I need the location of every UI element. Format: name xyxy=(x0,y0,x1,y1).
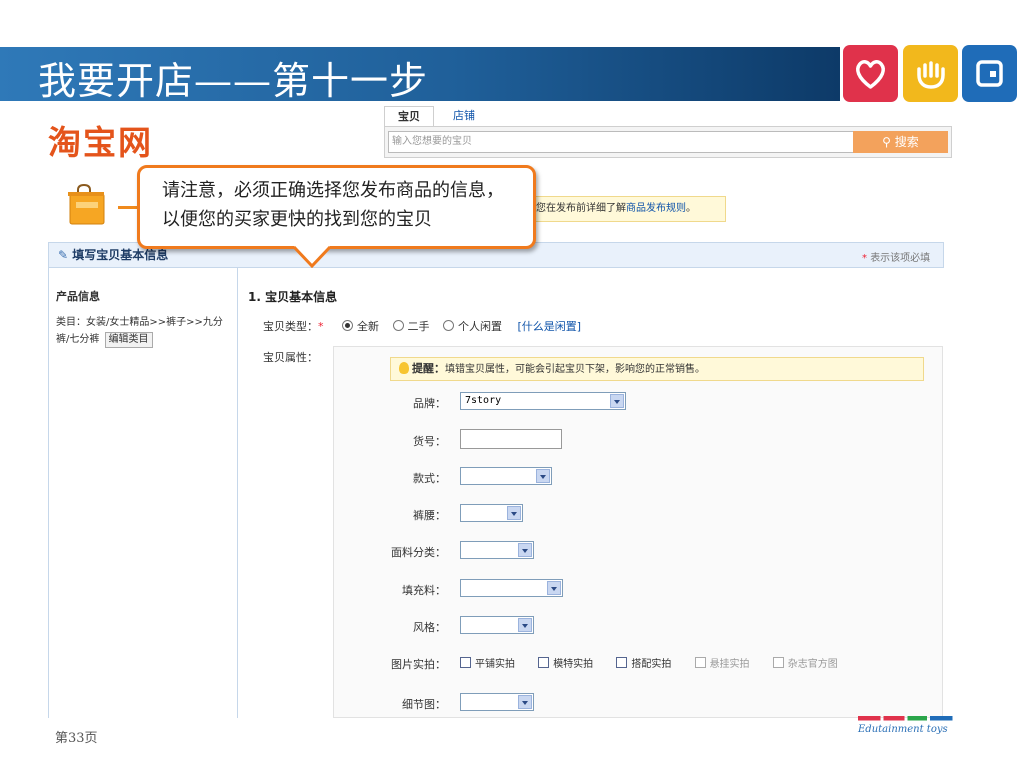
radio-used[interactable] xyxy=(392,320,404,331)
radio-idle-label: 个人闲置 xyxy=(458,320,502,333)
callout-bubble: 请注意，必须正确选择您发布商品的信息， 以便您的买家更快的找到您的宝贝 xyxy=(137,165,536,249)
tip-text: 填错宝贝属性，可能会引起宝贝下架，影响您的正常销售。 xyxy=(445,364,705,375)
required-hint: * 表示该项必填 xyxy=(862,253,931,264)
photo-flat-label: 平铺实拍 xyxy=(475,659,515,670)
form-title-text: 填写宝贝基本信息 xyxy=(72,248,169,262)
fashion-label: 风格： xyxy=(413,621,446,634)
publish-rules-notice: 您在发布前详细了解商品发布规则。 xyxy=(530,196,726,222)
radio-used-label: 二手 xyxy=(407,320,430,333)
fabric-select[interactable] xyxy=(460,541,534,559)
tab-baobei[interactable]: 宝贝 xyxy=(384,106,434,126)
checkbox-match[interactable] xyxy=(616,657,628,668)
radio-new-label: 全新 xyxy=(357,320,379,333)
chevron-down-icon xyxy=(536,469,550,483)
chevron-down-icon xyxy=(547,581,561,595)
photo-match-label: 搭配实拍 xyxy=(631,659,672,670)
brand-select[interactable]: 7story xyxy=(460,392,626,410)
hand-icon xyxy=(903,45,958,102)
callout-line-1: 请注意，必须正确选择您发布商品的信息， xyxy=(162,180,504,201)
tip-box: 提醒：填错宝贝属性，可能会引起宝贝下架，影响您的正常销售。 xyxy=(390,357,924,381)
callout-line-2: 以便您的买家更快的找到您的宝贝 xyxy=(162,209,432,230)
filling-select[interactable] xyxy=(460,579,563,597)
edit-icon: ✎ xyxy=(58,248,69,262)
brand-value: 7story xyxy=(465,395,502,406)
tip-title: 提醒： xyxy=(412,362,445,375)
detail-select[interactable] xyxy=(460,693,534,711)
style-label: 款式： xyxy=(413,472,446,485)
what-is-idle-link[interactable]: [什么是闲置] xyxy=(518,320,582,333)
attr-label: 宝贝属性： xyxy=(263,351,318,364)
type-options: 全新 二手 个人闲置 [什么是闲置] xyxy=(332,318,581,334)
radio-new[interactable] xyxy=(342,320,353,331)
chevron-down-icon xyxy=(507,506,521,520)
square-icon xyxy=(962,45,1017,102)
shopping-bag-icon xyxy=(68,184,105,225)
filling-label: 填充料： xyxy=(402,584,446,597)
type-label: 宝贝类型：* xyxy=(263,320,324,333)
section-title: 1. 宝贝基本信息 xyxy=(248,290,338,304)
chevron-down-icon xyxy=(518,543,532,557)
search-input[interactable]: 输入您想要的宝贝 xyxy=(388,131,854,153)
photo-options: 平铺实拍 模特实拍 搭配实拍 悬挂实拍 杂志官方图 xyxy=(460,655,858,670)
radio-idle[interactable] xyxy=(443,320,454,331)
item-no-label: 货号： xyxy=(413,435,446,448)
checkbox-magazine[interactable] xyxy=(772,657,784,668)
photo-label: 图片实拍： xyxy=(391,658,446,671)
style-select[interactable] xyxy=(460,467,552,485)
checkbox-flat[interactable] xyxy=(460,657,471,668)
required-hint-text: 表示该项必填 xyxy=(870,253,931,264)
slide-title: 我要开店——第十一步 xyxy=(38,59,429,103)
lightbulb-icon xyxy=(399,362,409,374)
fashion-select[interactable] xyxy=(460,616,534,634)
waist-label: 裤腰： xyxy=(413,509,446,522)
brand-tagline: Edutainment toys xyxy=(858,724,948,735)
waist-select[interactable] xyxy=(460,504,523,522)
page-number: 第33页 xyxy=(55,731,98,746)
chevron-down-icon xyxy=(610,394,624,408)
product-info-title: 产品信息 xyxy=(56,290,100,303)
taobao-logo: 淘宝网 xyxy=(48,123,153,162)
notice-text: 您在发布前详细了解 xyxy=(536,203,626,214)
brand-label: 品牌： xyxy=(413,397,446,410)
fabric-label: 面料分类： xyxy=(391,546,446,559)
checkbox-model[interactable] xyxy=(538,657,550,668)
chevron-down-icon xyxy=(518,695,532,709)
notice-end: 。 xyxy=(686,203,696,214)
search-button[interactable]: ⚲ 搜索 xyxy=(853,131,948,153)
callout-tail xyxy=(294,246,330,268)
slide: 我要开店——第十一步 淘宝网 宝贝 店铺 输入您想要的宝贝 ⚲ 搜索 您在发布前… xyxy=(0,0,1024,768)
brand-logo xyxy=(858,716,953,721)
chevron-down-icon xyxy=(518,618,532,632)
search-button-label: 搜索 xyxy=(894,135,919,149)
detail-label: 细节图： xyxy=(402,698,446,711)
edit-category-button[interactable]: 编辑类目 xyxy=(104,332,153,348)
search-icon: ⚲ xyxy=(882,135,891,149)
heart-icon xyxy=(843,45,898,102)
checkbox-hang[interactable] xyxy=(694,657,706,668)
category-path: 类目：女装/女士精品>>裤子>>九分裤/七分裤 编辑类目 xyxy=(56,314,232,348)
photo-hang-label: 悬挂实拍 xyxy=(709,659,750,670)
photo-model-label: 模特实拍 xyxy=(553,659,594,670)
item-no-input[interactable] xyxy=(460,429,562,449)
tab-dianpu[interactable]: 店铺 xyxy=(440,106,488,126)
photo-magazine-label: 杂志官方图 xyxy=(787,659,838,670)
publish-rules-link[interactable]: 商品发布规则 xyxy=(626,203,686,214)
